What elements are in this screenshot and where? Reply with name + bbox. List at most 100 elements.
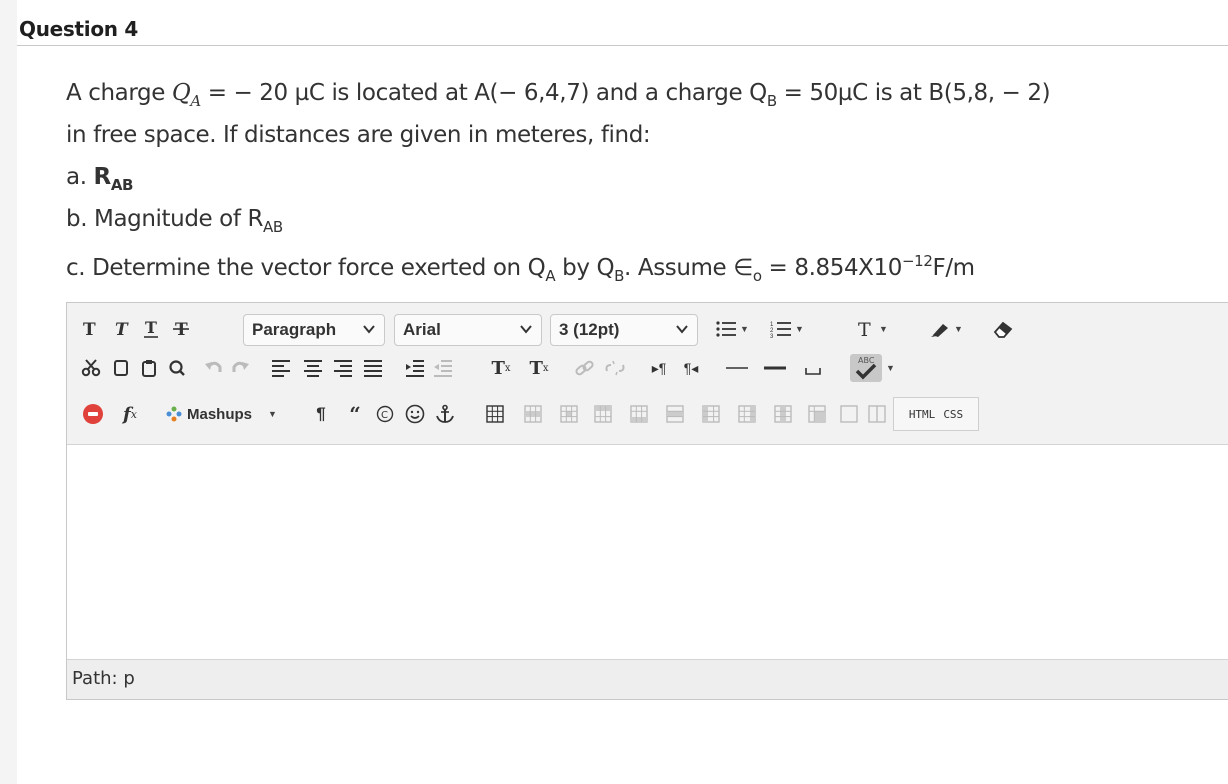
bullet-list-button[interactable]: ▼	[707, 314, 757, 344]
subscript-button[interactable]: Tx	[523, 353, 555, 383]
quote-icon: “	[349, 402, 361, 426]
find-button[interactable]	[163, 353, 191, 383]
undo-button[interactable]	[199, 353, 227, 383]
italic-icon: T	[115, 320, 129, 338]
square-icon	[840, 405, 858, 423]
pilcrow-icon: ¶	[316, 404, 326, 423]
bold-icon: T	[83, 320, 96, 338]
insert-table-button[interactable]	[481, 399, 509, 429]
caret-down-icon: ▼	[740, 324, 749, 334]
split-columns-button[interactable]	[863, 399, 891, 429]
paste-button[interactable]	[135, 353, 163, 383]
merge-cells-button[interactable]	[803, 399, 831, 429]
insert-row-before-button[interactable]	[589, 399, 617, 429]
justify-button[interactable]	[359, 353, 387, 383]
question-line-1: A charge QA = − 20 µC is located at A(− …	[66, 80, 1051, 110]
italic-button[interactable]: T	[107, 314, 135, 344]
em-dash-button[interactable]	[761, 353, 789, 383]
horizontal-rule-icon	[726, 367, 748, 369]
underline-button[interactable]: T	[137, 314, 165, 344]
font-family-value: Arial	[403, 320, 441, 339]
scissors-icon	[81, 359, 101, 377]
delete-row-button[interactable]	[661, 399, 689, 429]
cut-button[interactable]	[77, 353, 105, 383]
rtl-paragraph-icon: ¶◂	[683, 359, 699, 376]
insert-column-after-button[interactable]	[733, 399, 761, 429]
record-button[interactable]	[79, 399, 107, 429]
indent-button[interactable]	[401, 353, 429, 383]
table-icon	[486, 405, 504, 423]
toolbar-row-2: Tx Tx ▸¶ ¶◂ ABC ▼	[71, 349, 1221, 387]
horizontal-rule-button[interactable]	[723, 353, 751, 383]
strikethrough-button[interactable]: T	[167, 314, 195, 344]
paste-icon	[142, 360, 156, 377]
bold-button[interactable]: T	[75, 314, 103, 344]
copyright-icon: C	[376, 405, 394, 423]
undo-icon	[205, 361, 222, 372]
eraser-icon	[993, 321, 1013, 338]
anchor-button[interactable]	[431, 399, 459, 429]
numbered-list-button[interactable]: 123 ▼	[761, 314, 813, 344]
outdent-icon	[434, 360, 452, 377]
table-cell-properties-button[interactable]	[555, 399, 583, 429]
font-size-value: 3 (12pt)	[559, 320, 620, 339]
table-row-properties-button[interactable]	[519, 399, 547, 429]
path-value[interactable]: p	[123, 668, 134, 689]
part-c-unit: F/m	[932, 255, 975, 281]
copy-button[interactable]	[107, 353, 135, 383]
font-size-dropdown[interactable]: 3 (12pt)	[550, 314, 698, 346]
editor-toolbar: T T T T Paragraph Arial 3 (12pt) ▼ 1 2 3…	[67, 303, 1228, 445]
eraser-button[interactable]	[989, 314, 1017, 344]
highlighter-icon	[931, 324, 949, 337]
chevron-down-icon	[676, 325, 688, 334]
font-family-dropdown[interactable]: Arial	[394, 314, 542, 346]
part-c-text-d: = 8.854X10	[761, 255, 903, 281]
emoticon-button[interactable]	[401, 399, 429, 429]
insert-link-button[interactable]	[571, 353, 599, 383]
rtl-direction-button[interactable]: ¶◂	[677, 353, 705, 383]
part-c-exponent: −12	[902, 252, 933, 270]
paragraph-format-dropdown[interactable]: Paragraph	[243, 314, 385, 346]
show-blocks-button[interactable]: ¶	[307, 399, 335, 429]
unlink-button[interactable]	[601, 353, 629, 383]
bullet-list-icon	[716, 321, 737, 337]
text-color-button[interactable]: T ▼	[847, 314, 897, 344]
question-header: Question 4	[17, 0, 1228, 46]
ltr-direction-button[interactable]: ▸¶	[645, 353, 673, 383]
html-css-toggle[interactable]: HTML CSS	[893, 397, 979, 431]
part-c-sub-a: A	[545, 267, 556, 285]
toolbar-row-3: fx Mashups ▼ ¶ “ C HTML CSS	[71, 395, 1221, 433]
editor-content-area[interactable]	[67, 445, 1228, 659]
align-left-button[interactable]	[267, 353, 295, 383]
special-character-button[interactable]: C	[371, 399, 399, 429]
part-c-text-b: by Q	[555, 255, 615, 281]
align-center-button[interactable]	[299, 353, 327, 383]
mashups-dropdown[interactable]: Mashups ▼	[165, 399, 295, 429]
delete-column-button[interactable]	[769, 399, 797, 429]
question-part-b: b. Magnitude of RAB	[66, 206, 283, 236]
spellcheck-label: ABC	[858, 356, 875, 365]
split-cell-button[interactable]	[835, 399, 863, 429]
superscript-button[interactable]: Tx	[485, 353, 517, 383]
spellcheck-button[interactable]: ABC ▼	[841, 353, 903, 383]
insert-column-before-button[interactable]	[697, 399, 725, 429]
redo-button[interactable]	[227, 353, 255, 383]
nonbreaking-space-button[interactable]	[799, 353, 827, 383]
ltr-paragraph-icon: ▸¶	[651, 359, 667, 376]
math-formula-button[interactable]: fx	[115, 399, 145, 429]
table-row-icon	[524, 405, 542, 423]
part-c-sub-o: o	[752, 267, 762, 285]
part-c-text-a: c. Determine the vector force exerted on…	[66, 255, 546, 281]
column-after-icon	[738, 405, 756, 423]
path-label: Path:	[72, 668, 118, 689]
underline-icon: T	[144, 319, 158, 338]
caret-down-icon: ▼	[795, 324, 804, 334]
align-right-button[interactable]	[329, 353, 357, 383]
blockquote-button[interactable]: “	[341, 399, 369, 429]
table-cell-icon	[560, 405, 578, 423]
outdent-button[interactable]	[429, 353, 457, 383]
insert-row-after-button[interactable]	[625, 399, 653, 429]
highlight-color-button[interactable]: ▼	[919, 314, 973, 344]
justify-icon	[364, 360, 382, 377]
subscript-x: x	[542, 362, 549, 374]
